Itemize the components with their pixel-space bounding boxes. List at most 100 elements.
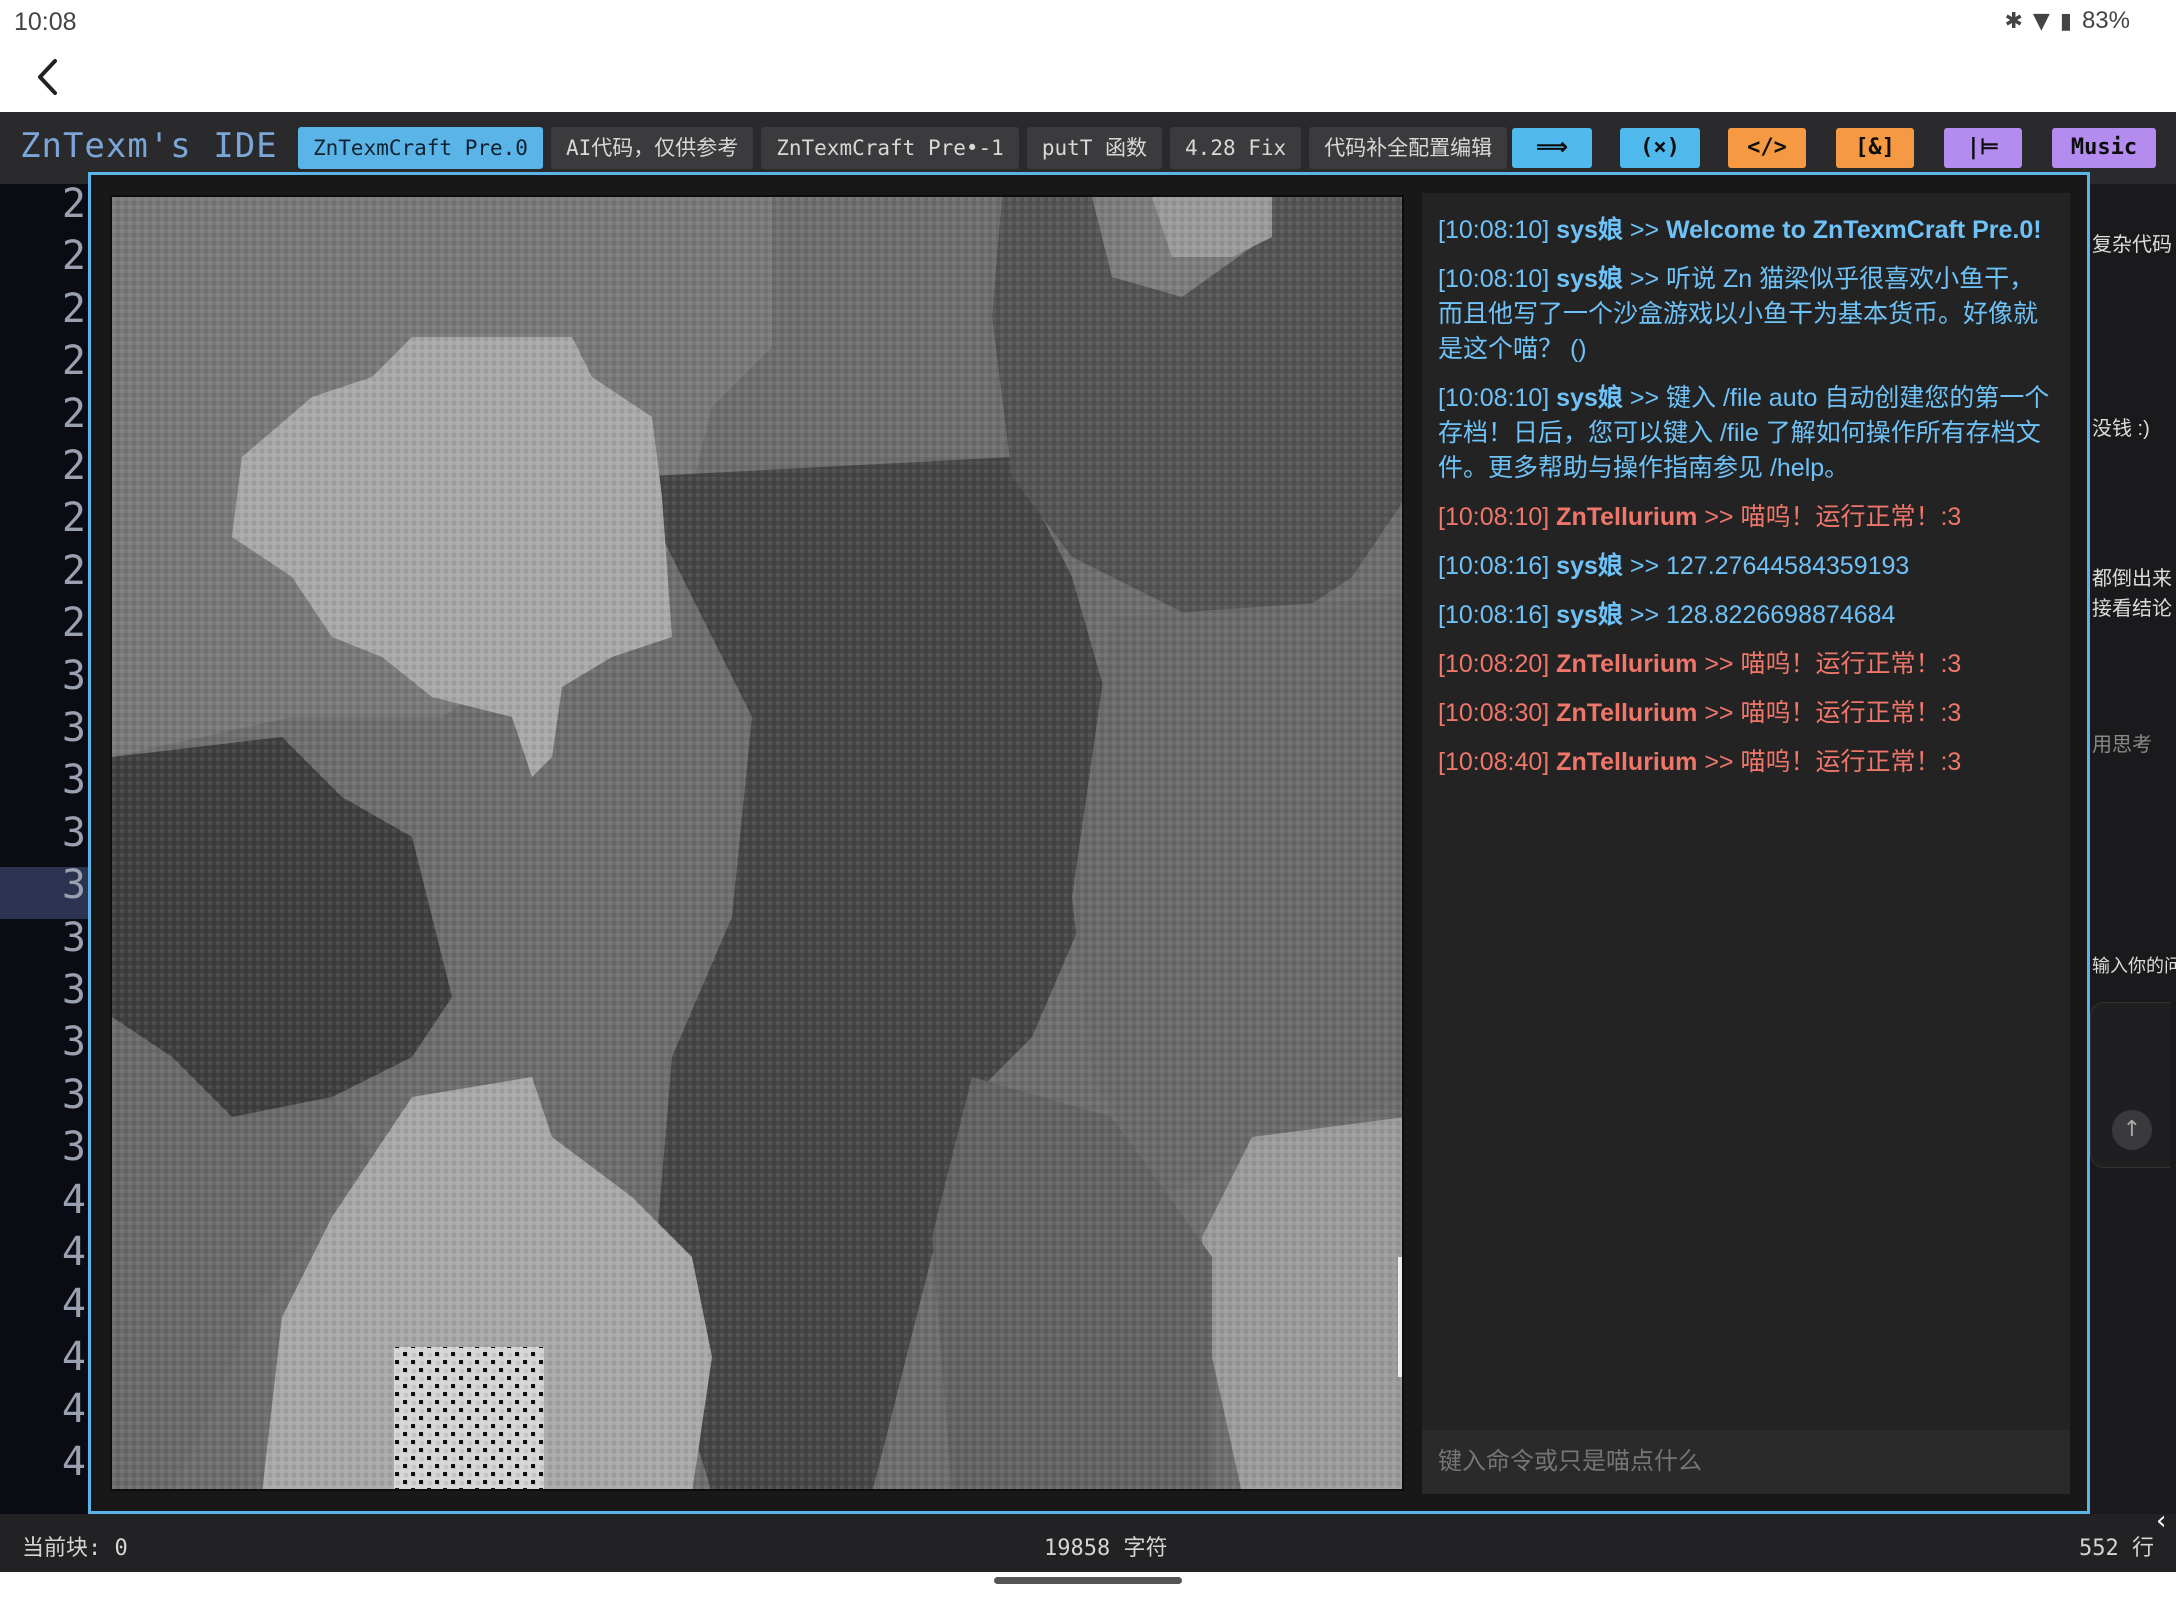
- back-arrow-icon: [38, 59, 57, 95]
- line-number: 2: [61, 390, 86, 437]
- chat-message-who: sys娘: [1556, 601, 1623, 629]
- chat-message-who: ZnTellurium: [1556, 503, 1698, 531]
- line-number: 3: [61, 809, 86, 856]
- back-button[interactable]: [24, 52, 74, 102]
- chat-message-who: ZnTellurium: [1556, 748, 1698, 776]
- line-number: 3: [61, 1019, 86, 1066]
- ai-panel-text: 没钱 :): [2092, 418, 2150, 440]
- chat-message-sep: >>: [1629, 384, 1660, 412]
- tab-putt-function[interactable]: putT 函数: [1026, 127, 1163, 169]
- line-number: 2: [61, 181, 86, 227]
- line-number: 3: [61, 862, 86, 909]
- chat-message-who: sys娘: [1556, 384, 1623, 412]
- battery-percentage: 83%: [2081, 7, 2130, 34]
- format-button[interactable]: |⊨: [1944, 128, 2022, 168]
- run-button[interactable]: ⟹: [1512, 128, 1592, 168]
- chat-message-text: 喵呜！运行正常！:3: [1740, 748, 1962, 776]
- chat-message-text: 128.8226698874684: [1666, 601, 1896, 629]
- chat-command-input[interactable]: [1422, 1430, 2070, 1494]
- chat-message-time: [10:08:10]: [1438, 503, 1550, 531]
- chat-message-who: sys娘: [1556, 216, 1623, 244]
- home-indicator[interactable]: [994, 1577, 1182, 1584]
- line-number: 3: [61, 914, 86, 961]
- terrain-map: [112, 197, 1402, 1489]
- line-number: 2: [61, 443, 86, 489]
- chat-message-who: sys娘: [1556, 552, 1623, 580]
- bluetooth-icon: ✱: [2004, 8, 2023, 34]
- system-status-bar: 10:08 ✱ ▼ ▮ 83%: [0, 0, 2176, 44]
- line-number-gutter: 2 2 2 2 2 2 2 2 2 3 3 3 3 3 3 3 3 3 3 4 4 4 4 4 4: [0, 181, 92, 1514]
- chat-message-time: [10:08:10]: [1438, 265, 1550, 293]
- clock: 10:08: [14, 8, 77, 36]
- line-number: 4: [61, 1176, 86, 1223]
- chat-message-who: ZnTellurium: [1556, 699, 1698, 727]
- line-number: 3: [61, 705, 86, 751]
- chat-log: [10:08:10] sys娘 >> Welcome to ZnTexmCraf…: [1422, 193, 2070, 1430]
- chat-message: [10:08:30] ZnTellurium >> 喵呜！运行正常！:3: [1438, 696, 2054, 731]
- ai-send-button[interactable]: ↑: [2112, 1110, 2152, 1150]
- line-number: 3: [61, 1124, 86, 1171]
- chat-message: [10:08:10] sys娘 >> 听说 Zn 猫梁似乎很喜欢小鱼干，而且他写…: [1438, 262, 2054, 367]
- tab-ai-code[interactable]: AI代码，仅供参考: [550, 127, 754, 169]
- tab-zntexmcraft-pre0[interactable]: ZnTexmCraft Pre.0: [298, 127, 543, 169]
- chat-message: [10:08:16] sys娘 >> 127.27644584359193: [1438, 549, 2054, 584]
- chat-message-who: sys娘: [1556, 265, 1623, 293]
- chat-message-sep: >>: [1629, 216, 1660, 244]
- game-world-canvas[interactable]: [110, 195, 1404, 1491]
- chat-message-time: [10:08:16]: [1438, 552, 1550, 580]
- chat-message-sep: >>: [1704, 699, 1734, 727]
- ai-panel-text: 复杂代码: [2092, 234, 2172, 256]
- ai-panel-text: 用思考: [2092, 734, 2152, 756]
- wifi-icon: ▼: [2032, 8, 2050, 34]
- line-number: 2: [61, 547, 86, 594]
- stop-button[interactable]: (×): [1620, 128, 1700, 168]
- ai-input-placeholder: 输入你的问: [2092, 956, 2176, 976]
- chat-message-time: [10:08:20]: [1438, 650, 1550, 678]
- chat-message-text: 喵呜！运行正常！:3: [1740, 699, 1962, 727]
- chat-message-sep: >>: [1704, 748, 1734, 776]
- ai-assistant-panel: [2090, 184, 2176, 1514]
- chat-message-time: [10:08:10]: [1438, 384, 1550, 412]
- tab-completion-config[interactable]: 代码补全配置编辑: [1309, 127, 1508, 169]
- chat-message-who: ZnTellurium: [1556, 650, 1698, 678]
- chat-message: [10:08:10] ZnTellurium >> 喵呜！运行正常！:3: [1438, 500, 2054, 535]
- line-number: 4: [61, 1281, 86, 1328]
- chat-message: [10:08:10] sys娘 >> Welcome to ZnTexmCraf…: [1438, 213, 2054, 248]
- chat-message-sep: >>: [1629, 601, 1660, 629]
- ai-panel-text: 都倒出来: [2092, 568, 2172, 590]
- chat-message: [10:08:10] sys娘 >> 键入 /file auto 自动创建您的第…: [1438, 381, 2054, 486]
- chat-message: [10:08:40] ZnTellurium >> 喵呜！运行正常！:3: [1438, 745, 2054, 780]
- line-number: 3: [61, 1071, 86, 1118]
- line-number: 2: [61, 285, 86, 332]
- battery-icon: ▮: [2059, 8, 2072, 34]
- chat-message-text: 喵呜！运行正常！:3: [1740, 503, 1962, 531]
- chat-message: [10:08:16] sys娘 >> 128.8226698874684: [1438, 598, 2054, 633]
- chat-message-sep: >>: [1704, 503, 1734, 531]
- chat-message-text: Welcome to ZnTexmCraft Pre.0!: [1666, 216, 2042, 244]
- chat-message-text: 喵呜！运行正常！:3: [1740, 650, 1962, 678]
- chat-message-time: [10:08:40]: [1438, 748, 1550, 776]
- line-number: 2: [61, 495, 86, 542]
- chat-message-text: 127.27644584359193: [1666, 552, 1910, 580]
- line-number: 3: [61, 967, 86, 1013]
- line-number: 4: [61, 1438, 86, 1485]
- line-number: 2: [61, 338, 86, 385]
- ai-panel-text: 接看结论: [2092, 598, 2172, 620]
- line-number: 3: [61, 652, 86, 699]
- chevron-left-icon[interactable]: ‹: [2156, 1506, 2166, 1536]
- chat-message-time: [10:08:16]: [1438, 601, 1550, 629]
- char-count: 19858 字符: [1044, 1536, 1168, 1561]
- chat-message-sep: >>: [1629, 552, 1660, 580]
- line-number: 4: [61, 1229, 86, 1275]
- tab-zntexmcraft-pre-minus1[interactable]: ZnTexmCraft Pre•-1: [761, 127, 1019, 169]
- bracket-button[interactable]: [&]: [1836, 128, 1914, 168]
- line-number: 3: [61, 757, 86, 804]
- line-number: 2: [61, 600, 86, 647]
- app-bar: [0, 44, 2176, 112]
- ide-title: ZnTexm's IDE: [20, 126, 278, 166]
- music-button[interactable]: Music: [2052, 128, 2156, 168]
- line-number: 2: [61, 233, 86, 280]
- status-icons: ✱ ▼ ▮ 83%: [2004, 7, 2130, 35]
- tab-428-fix[interactable]: 4.28 Fix: [1170, 127, 1302, 169]
- code-button[interactable]: </>: [1728, 128, 1806, 168]
